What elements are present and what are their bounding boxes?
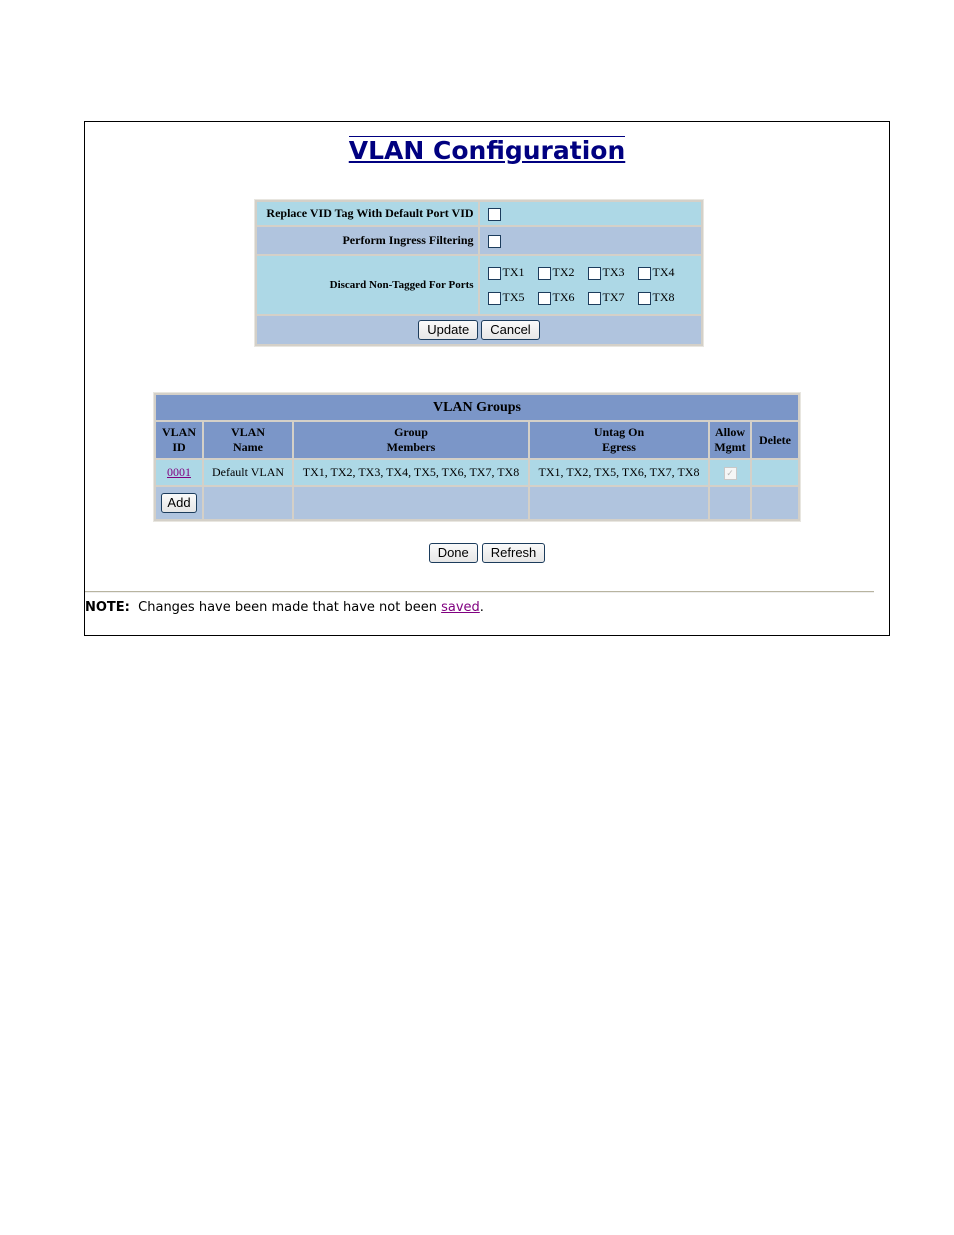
port-checkbox[interactable] [637,266,651,280]
port-tx3[interactable]: TX3 [587,265,638,280]
untag-egress-cell: TX1, TX2, TX5, TX6, TX7, TX8 [530,460,708,485]
port-tx4[interactable]: TX4 [637,265,688,280]
port-checkbox[interactable] [587,266,601,280]
port-tx1[interactable]: TX1 [487,265,538,280]
page-title: VLAN Configuration [348,136,626,165]
port-tx7[interactable]: TX7 [587,290,638,305]
port-checkbox[interactable] [487,291,501,305]
port-checkbox[interactable] [537,291,551,305]
port-tx6[interactable]: TX6 [537,290,588,305]
header-delete: Delete [752,422,798,458]
port-checkbox[interactable] [587,291,601,305]
note-text: Changes have been made that have not bee… [138,600,437,615]
vlan-name-cell: Default VLAN [204,460,292,485]
port-tx8[interactable]: TX8 [637,290,688,305]
refresh-button[interactable]: Refresh [481,543,546,563]
port-checkbox[interactable] [537,266,551,280]
header-row: VLAN ID VLAN Name Group Members Untag On Egr… [156,422,798,458]
divider [85,591,874,593]
header-group-members: Group Members [294,422,528,458]
table-row: 0001 Default VLAN TX1, TX2, TX3, TX4, TX… [156,460,798,485]
ingress-filter-label: Perform Ingress Filtering [257,227,478,254]
header-vlan-name: VLAN Name [204,422,292,458]
update-button[interactable]: Update [418,320,479,340]
port-checkbox[interactable] [637,291,651,305]
port-tx5[interactable]: TX5 [487,290,538,305]
replace-vid-checkbox[interactable] [487,207,501,221]
content-frame: VLAN Configuration Replace VID Tag With … [84,121,890,636]
vlan-id-link[interactable]: 0001 [167,465,191,479]
page-actions: Done Refresh [85,543,889,563]
discard-non-tagged-label: Discard Non-Tagged For Ports [257,256,478,314]
discard-row: Discard Non-Tagged For Ports TX1 TX2 TX3 TX… [257,256,701,314]
delete-cell [752,460,798,485]
cancel-button[interactable]: Cancel [481,320,540,340]
ingress-filter-checkbox[interactable] [487,234,501,248]
port-checkbox-group: TX1 TX2 TX3 TX4 TX5 TX6 TX7 TX8 [479,256,701,314]
replace-vid-row: Replace VID Tag With Default Port VID [257,202,701,225]
vlan-settings-table: Replace VID Tag With Default Port VID Pe… [254,199,704,347]
group-members-cell: TX1, TX2, TX3, TX4, TX5, TX6, TX7, TX8 [294,460,528,485]
port-tx2[interactable]: TX2 [537,265,588,280]
unsaved-note: NOTE: Changes have been made that have n… [85,600,484,615]
header-vlan-id: VLAN ID [156,422,202,458]
done-button[interactable]: Done [428,543,478,563]
header-allow-mgmt: Allow Mgmt [710,422,750,458]
config-actions-row: Update Cancel [257,316,701,344]
add-row: Add [156,487,798,519]
vlan-groups-table: VLAN Groups VLAN ID VLAN Name Group Members… [153,392,801,522]
allow-mgmt-checkbox: ✓ [723,467,737,480]
ingress-row: Perform Ingress Filtering [257,227,701,254]
note-prefix: NOTE: [85,600,130,615]
add-vlan-button[interactable]: Add [161,493,197,513]
port-checkbox[interactable] [487,266,501,280]
saved-link[interactable]: saved [441,600,480,615]
header-untag-egress: Untag On Egress [530,422,708,458]
replace-vid-label: Replace VID Tag With Default Port VID [257,202,478,225]
vlan-groups-caption: VLAN Groups [156,395,798,420]
